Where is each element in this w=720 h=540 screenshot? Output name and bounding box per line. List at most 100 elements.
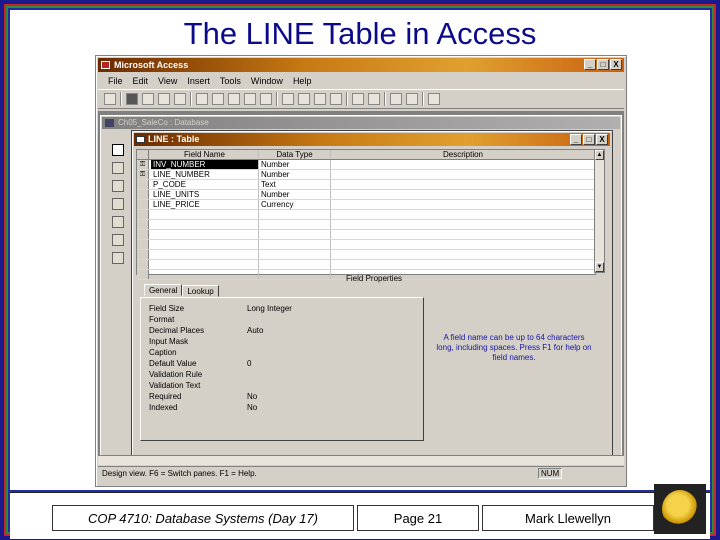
property-row[interactable]: Decimal Places Auto — [149, 326, 419, 336]
primary-key-icon[interactable]: ⚿ — [137, 160, 149, 169]
field-name-cell[interactable]: INV_NUMBER — [151, 160, 259, 169]
empty-cell[interactable] — [151, 230, 259, 239]
property-row[interactable]: Input Mask — [149, 337, 419, 347]
table-row[interactable]: ⚿ INV_NUMBER Number — [137, 160, 595, 170]
empty-cell[interactable] — [259, 260, 331, 269]
table-minimize-button[interactable]: _ — [570, 134, 582, 145]
empty-cell[interactable] — [331, 210, 595, 219]
menu-file[interactable]: File — [108, 74, 123, 88]
field-name-cell[interactable]: LINE_UNITS — [151, 190, 259, 199]
empty-cell[interactable] — [151, 250, 259, 259]
field-name-cell[interactable]: LINE_NUMBER — [151, 170, 259, 179]
empty-cell[interactable] — [151, 270, 259, 279]
menu-window[interactable]: Window — [251, 74, 283, 88]
save-icon[interactable] — [126, 93, 138, 105]
data-type-cell[interactable]: Currency — [259, 200, 331, 209]
table-maximize-button[interactable]: □ — [583, 134, 595, 145]
empty-cell[interactable] — [151, 210, 259, 219]
print-icon[interactable] — [142, 93, 154, 105]
empty-cell[interactable] — [151, 220, 259, 229]
empty-cell[interactable] — [151, 260, 259, 269]
property-value[interactable]: 0 — [247, 359, 251, 369]
minimize-button[interactable]: _ — [584, 59, 596, 70]
table-close-button[interactable]: X — [596, 134, 608, 145]
data-type-cell[interactable]: Number — [259, 160, 331, 169]
paste-icon[interactable] — [228, 93, 240, 105]
data-type-cell[interactable]: Text — [259, 180, 331, 189]
empty-cell[interactable] — [331, 240, 595, 249]
property-row[interactable]: Validation Text — [149, 381, 419, 391]
row-selector[interactable] — [137, 180, 149, 189]
reports-icon[interactable] — [112, 198, 124, 210]
empty-cell[interactable] — [137, 210, 149, 219]
queries-icon[interactable] — [112, 162, 124, 174]
empty-cell[interactable] — [259, 210, 331, 219]
menu-edit[interactable]: Edit — [133, 74, 149, 88]
tab-lookup[interactable]: Lookup — [182, 285, 219, 297]
spelling-icon[interactable] — [174, 93, 186, 105]
menu-insert[interactable]: Insert — [187, 74, 210, 88]
empty-cell[interactable] — [259, 270, 331, 279]
property-row[interactable]: Default Value 0 — [149, 359, 419, 369]
pages-icon[interactable] — [112, 216, 124, 228]
description-cell[interactable] — [331, 170, 595, 179]
property-row[interactable]: Caption — [149, 348, 419, 358]
modules-icon[interactable] — [112, 252, 124, 264]
primary-key-icon[interactable]: ⚿ — [137, 170, 149, 179]
data-type-cell[interactable]: Number — [259, 190, 331, 199]
grid-scrollbar[interactable]: ▲ ▼ — [594, 149, 605, 273]
empty-cell[interactable] — [331, 230, 595, 239]
table-row[interactable]: LINE_PRICE Currency — [137, 200, 595, 210]
empty-row[interactable] — [137, 250, 595, 260]
indexes-icon[interactable] — [298, 93, 310, 105]
table-row[interactable]: P_CODE Text — [137, 180, 595, 190]
empty-cell[interactable] — [259, 250, 331, 259]
insert-rows-icon[interactable] — [314, 93, 326, 105]
scroll-down-arrow[interactable]: ▼ — [595, 262, 604, 272]
primary-key-icon[interactable] — [282, 93, 294, 105]
property-row[interactable]: Indexed No — [149, 403, 419, 413]
tables-icon[interactable] — [112, 144, 124, 156]
description-cell[interactable] — [331, 180, 595, 189]
delete-rows-icon[interactable] — [330, 93, 342, 105]
cut-icon[interactable] — [196, 93, 208, 105]
close-button[interactable]: X — [610, 59, 622, 70]
empty-cell[interactable] — [137, 240, 149, 249]
new-object-icon[interactable] — [406, 93, 418, 105]
copy-icon[interactable] — [212, 93, 224, 105]
help-icon[interactable] — [428, 93, 440, 105]
empty-cell[interactable] — [331, 260, 595, 269]
property-row[interactable]: Required No — [149, 392, 419, 402]
empty-row[interactable] — [137, 220, 595, 230]
field-name-cell[interactable]: P_CODE — [151, 180, 259, 189]
data-type-cell[interactable]: Number — [259, 170, 331, 179]
menu-help[interactable]: Help — [293, 74, 312, 88]
menu-view[interactable]: View — [158, 74, 177, 88]
menu-tools[interactable]: Tools — [220, 74, 241, 88]
empty-cell[interactable] — [137, 270, 149, 279]
database-window-icon[interactable] — [390, 93, 402, 105]
empty-cell[interactable] — [259, 220, 331, 229]
empty-cell[interactable] — [331, 250, 595, 259]
description-cell[interactable] — [331, 190, 595, 199]
description-cell[interactable] — [331, 160, 595, 169]
property-value[interactable]: Long Integer — [247, 304, 292, 314]
property-value[interactable]: Auto — [247, 326, 263, 336]
empty-row[interactable] — [137, 240, 595, 250]
property-row[interactable]: Field Size Long Integer — [149, 304, 419, 314]
description-cell[interactable] — [331, 200, 595, 209]
empty-cell[interactable] — [137, 230, 149, 239]
empty-cell[interactable] — [331, 220, 595, 229]
empty-cell[interactable] — [151, 240, 259, 249]
row-selector[interactable] — [137, 190, 149, 199]
view-icon[interactable] — [104, 93, 116, 105]
property-value[interactable]: No — [247, 392, 257, 402]
row-selector[interactable] — [137, 200, 149, 209]
empty-cell[interactable] — [137, 220, 149, 229]
empty-row[interactable] — [137, 260, 595, 270]
horizontal-scrollbar[interactable] — [98, 455, 624, 465]
empty-row[interactable] — [137, 210, 595, 220]
empty-cell[interactable] — [137, 260, 149, 269]
property-row[interactable]: Validation Rule — [149, 370, 419, 380]
tab-general[interactable]: General — [144, 284, 183, 296]
